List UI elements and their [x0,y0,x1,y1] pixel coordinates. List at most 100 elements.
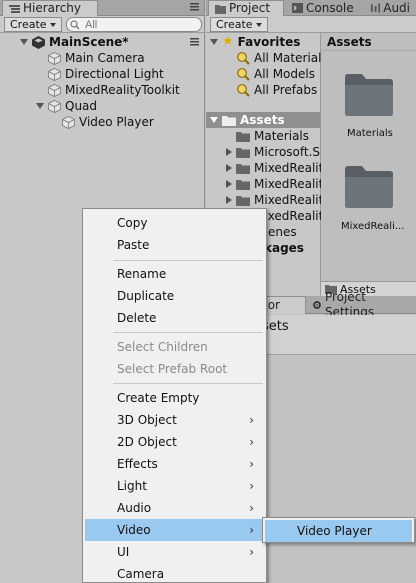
foldout-collapsed-icon[interactable] [226,196,232,204]
asset-folder[interactable]: MixedRealit [226,160,323,176]
menu-item-effects[interactable]: Effects › [85,453,264,475]
favorite-item[interactable]: All Models [236,66,315,82]
packages-root[interactable]: kages [264,240,304,256]
folder-icon[interactable] [343,163,395,209]
menu-separator [113,383,263,384]
menu-item-audio[interactable]: Audio › [85,497,264,519]
foldout-expanded-icon[interactable] [20,39,28,45]
favorites-header[interactable]: ★ Favorites [210,34,300,50]
dropdown-arrow-icon [49,22,56,27]
unity-scene-icon [32,35,45,49]
asset-folder-label: Materials [254,129,310,143]
menu-item-rename[interactable]: Rename [85,263,264,285]
submenu-arrow-icon: › [249,413,254,427]
foldout-expanded-icon[interactable] [210,117,218,123]
search-filter-icon [237,68,250,81]
assets-root[interactable]: Assets [206,112,320,128]
folder-icon[interactable] [343,71,395,117]
folder-icon [236,195,250,206]
scene-menu-icon[interactable] [190,38,199,46]
submenu-arrow-icon: › [249,479,254,493]
menu-item-camera[interactable]: Camera [85,563,264,583]
gameobject-cube-icon [48,83,61,97]
asset-folder[interactable]: MixedRealit [226,176,323,192]
favorites-label: Favorites [237,35,301,49]
favorite-item[interactable]: All Prefabs [236,82,317,98]
tab-audio[interactable]: Audi [364,0,416,16]
submenu-arrow-icon: › [249,435,254,449]
tab-console[interactable]: Console [286,0,360,16]
hierarchy-item[interactable]: Video Player [62,114,154,130]
foldout-expanded-icon[interactable] [36,103,44,109]
favorite-item-label: All Models [254,67,315,81]
folder-icon [236,179,250,190]
menu-item-ui[interactable]: UI › [85,541,264,563]
scene-row[interactable]: MainScene* [20,34,202,50]
foldout-collapsed-icon[interactable] [226,180,232,188]
scene-name: MainScene* [49,35,129,49]
menu-item-create-empty[interactable]: Create Empty [85,387,264,409]
asset-folder[interactable]: enes [268,224,297,240]
asset-folder[interactable]: Materials [236,128,309,144]
menu-item-3d-object[interactable]: 3D Object › [85,409,264,431]
menu-item-paste[interactable]: Paste [85,234,264,256]
menu-item-label: UI [117,545,130,559]
menu-item-copy[interactable]: Copy [85,212,264,234]
foldout-collapsed-icon[interactable] [226,164,232,172]
gameobject-cube-icon [48,67,61,81]
console-icon [292,3,303,13]
hierarchy-create-button[interactable]: Create [4,17,62,32]
gameobject-cube-icon [48,51,61,65]
submenu-arrow-icon: › [249,457,254,471]
foldout-collapsed-icon[interactable] [226,148,232,156]
project-asset-grid: Assets Materials MixedReali... [321,33,416,295]
folder-icon [236,147,250,158]
foldout-expanded-icon[interactable] [210,39,218,45]
panel-menu-icon[interactable] [190,3,199,11]
menu-item-delete[interactable]: Delete [85,307,264,329]
video-submenu: Video Player [262,517,415,543]
project-create-label: Create [216,17,253,31]
asset-folder[interactable]: Microsoft.Sp [226,144,328,160]
tab-project-label: Project [229,1,271,15]
folder-icon [236,163,250,174]
hierarchy-search-input[interactable] [66,17,202,32]
asset-folder-label: MixedRealit [254,177,324,191]
hierarchy-item[interactable]: Main Camera [48,50,145,66]
tab-project-settings[interactable]: Project Settings [306,290,416,319]
project-create-button[interactable]: Create [210,17,268,32]
hierarchy-item-label: Directional Light [65,67,164,81]
asset-folder[interactable]: MixedRealit [226,192,323,208]
hierarchy-item[interactable]: MixedRealityToolkit [48,82,180,98]
submenu-arrow-icon: › [249,501,254,515]
folder-icon [215,4,226,14]
asset-folder-label: Microsoft.Sp [254,145,328,159]
menu-item-label: Video [117,523,151,537]
tab-hierarchy-label: Hierarchy [23,1,82,15]
favorite-item[interactable]: All Materials [236,50,328,66]
tab-audio-label: Audi [383,0,410,15]
menu-item-label: 3D Object [117,413,177,427]
menu-separator [113,260,263,261]
hierarchy-toolbar: Create [0,16,204,33]
menu-item-2d-object[interactable]: 2D Object › [85,431,264,453]
assets-root-label: Assets [240,113,285,127]
search-icon [70,20,80,30]
menu-item-video[interactable]: Video › [85,519,264,541]
hierarchy-item[interactable]: Directional Light [48,66,164,82]
project-toolbar: Create [206,16,416,33]
submenu-arrow-icon: › [249,523,254,537]
search-filter-icon [237,52,250,65]
menu-item-video-player[interactable]: Video Player [265,520,412,542]
tab-project[interactable]: Project [208,0,284,16]
asset-item-label: MixedReali... [341,221,405,232]
hierarchy-item[interactable]: Quad [36,98,97,114]
breadcrumb[interactable]: Assets [327,35,372,49]
menu-item-duplicate[interactable]: Duplicate [85,285,264,307]
tab-hierarchy[interactable]: Hierarchy [2,0,98,16]
asset-folder-label: enes [268,225,297,239]
menu-item-light[interactable]: Light › [85,475,264,497]
project-tabbar: Project Console Audi [206,0,416,16]
hierarchy-create-label: Create [10,17,47,31]
star-icon: ★ [222,34,234,49]
